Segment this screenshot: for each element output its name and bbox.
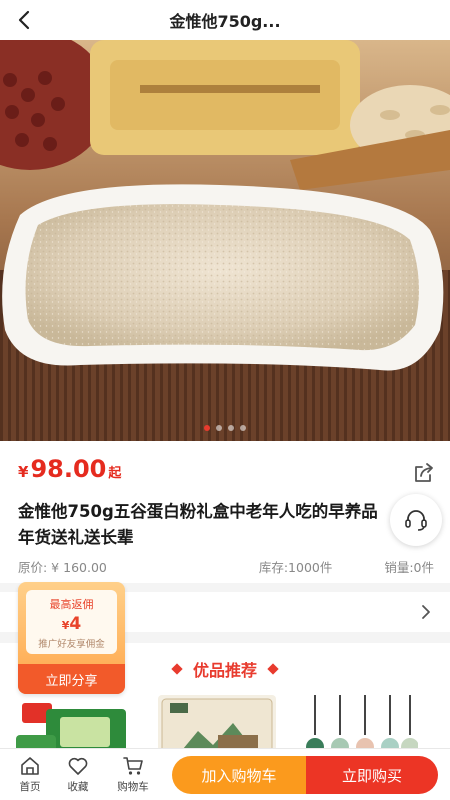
share-now-button[interactable]: 立即分享 [18, 664, 125, 694]
pagination-dot[interactable] [240, 425, 246, 431]
recommend-item[interactable] [300, 695, 418, 753]
product-thumbnail [16, 695, 134, 753]
product-meta: 原价: ¥ 160.00 库存:1000件 销量:0件 [18, 557, 434, 576]
commission-info: 最高返佣 ¥4 推广好友享佣金 [26, 590, 117, 654]
home-icon [21, 757, 39, 775]
pagination-dot[interactable] [204, 425, 210, 431]
commission-subtext: 推广好友享佣金 [38, 639, 105, 650]
stock-count: 库存:1000件 [258, 560, 333, 575]
price-value: 98.00 [30, 455, 107, 483]
pagination-dot[interactable] [228, 425, 234, 431]
product-title: 金惟他750g五谷蛋白粉礼盒中老年人吃的早养品年货送礼送长辈 [18, 502, 378, 547]
add-to-cart-button[interactable]: 加入购物车 [172, 756, 306, 794]
pagination-dot[interactable] [216, 425, 222, 431]
share-button[interactable] [412, 461, 436, 485]
price: ¥ 98.00 起 [18, 455, 121, 483]
customer-service-button[interactable] [390, 494, 442, 546]
chevron-right-icon [422, 605, 430, 619]
price-currency: ¥ [18, 463, 29, 481]
cart-icon [123, 757, 143, 775]
nav-favorite[interactable]: 收藏 [58, 755, 98, 794]
top-bar: 金惟他750g... [0, 0, 450, 40]
chevron-left-icon [18, 10, 30, 30]
commission-amount: ¥4 [61, 614, 82, 634]
recommend-item[interactable] [16, 695, 134, 753]
nav-home[interactable]: 首页 [10, 755, 50, 794]
bottom-action-bar: 首页 收藏 购物车 加入购物车 立即购买 [0, 748, 450, 800]
product-thumbnail [158, 695, 276, 753]
price-suffix: 起 [108, 466, 122, 481]
buy-now-button[interactable]: 立即购买 [306, 756, 438, 794]
commission-promo-card[interactable]: 最高返佣 ¥4 推广好友享佣金 立即分享 [18, 582, 125, 694]
back-button[interactable] [12, 8, 36, 32]
product-image [0, 40, 450, 441]
diamond-icon [171, 663, 183, 675]
gallery-pagination [0, 425, 450, 431]
share-icon [415, 463, 433, 482]
diamond-icon [267, 663, 279, 675]
recommend-item[interactable] [158, 695, 276, 753]
heart-icon [68, 757, 88, 775]
original-price: 原价: ¥ 160.00 [18, 560, 107, 575]
page-title: 金惟他750g... [169, 12, 281, 31]
nav-cart[interactable]: 购物车 [110, 755, 156, 794]
sales-count: 销量:0件 [384, 560, 434, 575]
recommend-list [16, 695, 418, 753]
product-thumbnail [300, 695, 418, 753]
product-image-gallery[interactable] [0, 40, 450, 441]
product-info-panel: ¥ 98.00 起 金惟他750g五谷蛋白粉礼盒中老年人吃的早养品年货送礼送长辈… [0, 441, 450, 583]
headset-icon [405, 510, 427, 531]
commission-label: 最高返佣 [49, 598, 94, 611]
